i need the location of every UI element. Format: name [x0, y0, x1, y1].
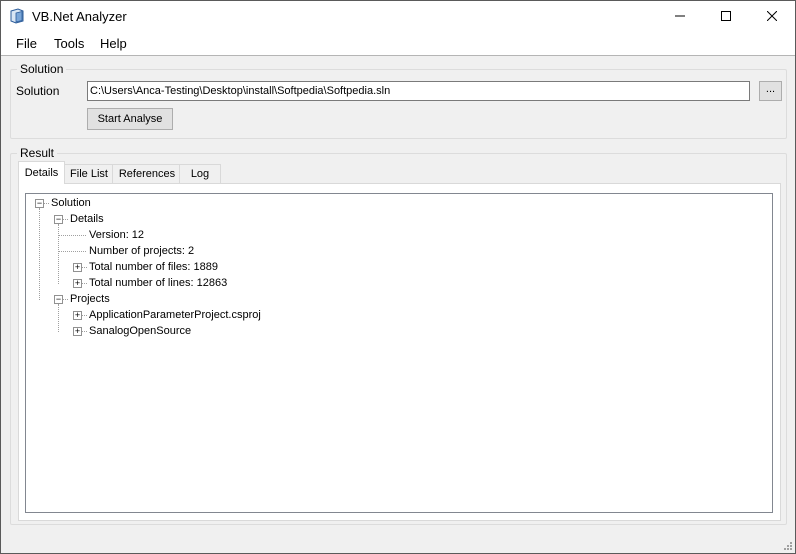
tree-connector: [58, 251, 86, 252]
title-bar: VB.Net Analyzer: [1, 1, 795, 31]
tree-connector: [82, 283, 87, 284]
tree-connector: [82, 267, 87, 268]
start-analyse-button[interactable]: Start Analyse: [87, 108, 173, 130]
minimize-icon: [675, 15, 685, 17]
tree-node-projects[interactable]: Projects: [70, 291, 110, 307]
details-tree[interactable]: − Solution − Details Version: 12 Number …: [25, 193, 773, 513]
solution-path-input[interactable]: C:\Users\Anca-Testing\Desktop\install\So…: [87, 81, 750, 101]
collapse-icon[interactable]: −: [54, 295, 63, 304]
maximize-icon: [721, 11, 731, 21]
collapse-icon[interactable]: −: [54, 215, 63, 224]
tree-node-num-projects[interactable]: Number of projects: 2: [89, 243, 194, 259]
expand-icon[interactable]: +: [73, 311, 82, 320]
close-icon: [767, 11, 777, 21]
collapse-icon[interactable]: −: [35, 199, 44, 208]
menu-file[interactable]: File: [16, 36, 37, 51]
tree-node-details[interactable]: Details: [70, 211, 104, 227]
window-title: VB.Net Analyzer: [32, 9, 127, 24]
expand-icon[interactable]: +: [73, 279, 82, 288]
menu-help[interactable]: Help: [100, 36, 127, 51]
menu-bar: File Tools Help: [1, 31, 795, 56]
tab-log[interactable]: Log: [179, 164, 221, 184]
tree-connector: [58, 304, 59, 332]
solution-field-label: Solution: [16, 84, 60, 98]
tree-connector: [44, 203, 49, 204]
tree-connector: [58, 224, 59, 284]
resize-grip-icon[interactable]: [782, 540, 792, 550]
tab-file-list[interactable]: File List: [63, 164, 115, 184]
expand-icon[interactable]: +: [73, 263, 82, 272]
tree-node-solution[interactable]: Solution: [51, 195, 91, 211]
tree-node-project-2[interactable]: SanalogOpenSource: [89, 323, 191, 339]
browse-button[interactable]: ...: [759, 81, 782, 101]
close-button[interactable]: [749, 1, 795, 31]
tree-connector: [39, 208, 40, 300]
menu-tools[interactable]: Tools: [54, 36, 84, 51]
tree-connector: [82, 331, 87, 332]
minimize-button[interactable]: [657, 1, 703, 31]
tree-node-total-lines[interactable]: Total number of lines: 12863: [89, 275, 227, 291]
tree-node-version[interactable]: Version: 12: [89, 227, 144, 243]
app-icon: [10, 8, 24, 24]
expand-icon[interactable]: +: [73, 327, 82, 336]
tree-node-project-1[interactable]: ApplicationParameterProject.csproj: [89, 307, 261, 323]
tab-references[interactable]: References: [112, 164, 182, 184]
app-window: VB.Net Analyzer File Tools Help Solution…: [0, 0, 796, 554]
tree-connector: [82, 315, 87, 316]
tree-connector: [58, 235, 86, 236]
tree-node-total-files[interactable]: Total number of files: 1889: [89, 259, 218, 275]
result-group-label: Result: [17, 146, 58, 160]
tab-details[interactable]: Details: [18, 161, 65, 184]
tree-connector: [63, 219, 68, 220]
maximize-button[interactable]: [703, 1, 749, 31]
solution-group-label: Solution: [17, 62, 67, 76]
tree-connector: [63, 299, 68, 300]
